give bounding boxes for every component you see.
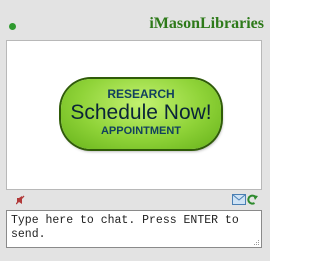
mail-icon[interactable] <box>232 194 246 205</box>
status-indicator <box>9 23 16 30</box>
title-bar: iMasonLibraries <box>4 6 266 38</box>
content-pane: RESEARCH Schedule Now! APPOINTMENT <box>6 40 262 190</box>
resize-grip-icon[interactable] <box>254 240 260 246</box>
schedule-button-bottom-text: APPOINTMENT <box>100 125 182 137</box>
mute-icon[interactable] <box>16 195 25 205</box>
chat-toolbar <box>6 192 262 210</box>
widget-title: iMasonLibraries <box>149 15 264 32</box>
refresh-icon[interactable] <box>246 193 258 206</box>
chat-input[interactable] <box>6 210 262 248</box>
schedule-button-main-text: Schedule Now! <box>70 101 212 124</box>
schedule-appointment-button[interactable]: RESEARCH Schedule Now! APPOINTMENT <box>61 79 221 149</box>
schedule-button-top-text: RESEARCH <box>107 87 175 101</box>
chat-widget: iMasonLibraries RESEARCH Schedule Now! A… <box>0 0 270 261</box>
